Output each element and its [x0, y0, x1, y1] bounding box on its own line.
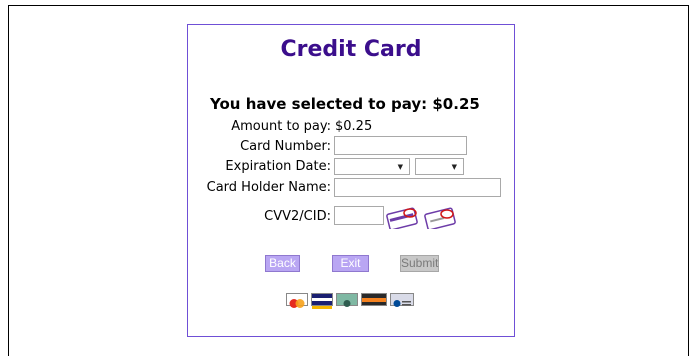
credit-card-panel: Credit Card You have selected to pay: $0… — [187, 24, 515, 337]
card-number-label: Card Number: — [240, 139, 331, 154]
expiration-year-select[interactable]: ▼ — [415, 158, 464, 175]
holder-name-input[interactable] — [334, 178, 501, 197]
mastercard-logo — [286, 293, 308, 308]
back-button[interactable]: Back — [265, 255, 300, 272]
amount-value: $0.25 — [335, 119, 373, 134]
amount-row: Amount to pay: $0.25 — [188, 117, 514, 137]
amount-label: Amount to pay: — [231, 119, 331, 134]
diners-club-logo — [390, 293, 414, 307]
discover-logo — [361, 293, 387, 306]
panel-title: Credit Card — [280, 37, 422, 62]
card-front-cvv-icon — [386, 207, 418, 229]
cvv-label: CVV2/CID: — [264, 209, 331, 224]
expiration-label: Expiration Date: — [225, 159, 331, 174]
cvv-input[interactable] — [334, 206, 384, 225]
card-number-input[interactable] — [334, 136, 467, 155]
chevron-down-icon: ▼ — [397, 163, 403, 171]
expiration-month-select[interactable]: ▼ — [334, 158, 410, 175]
generic-card-logo — [336, 293, 358, 307]
visa-logo — [311, 293, 333, 309]
submit-button[interactable]: Submit — [400, 255, 439, 272]
payment-headline: You have selected to pay: $0.25 — [210, 95, 480, 113]
chevron-down-icon: ▼ — [451, 163, 457, 171]
card-back-cvv-icon — [424, 207, 456, 229]
exit-button[interactable]: Exit — [332, 255, 369, 272]
holder-name-label: Card Holder Name: — [206, 180, 331, 195]
